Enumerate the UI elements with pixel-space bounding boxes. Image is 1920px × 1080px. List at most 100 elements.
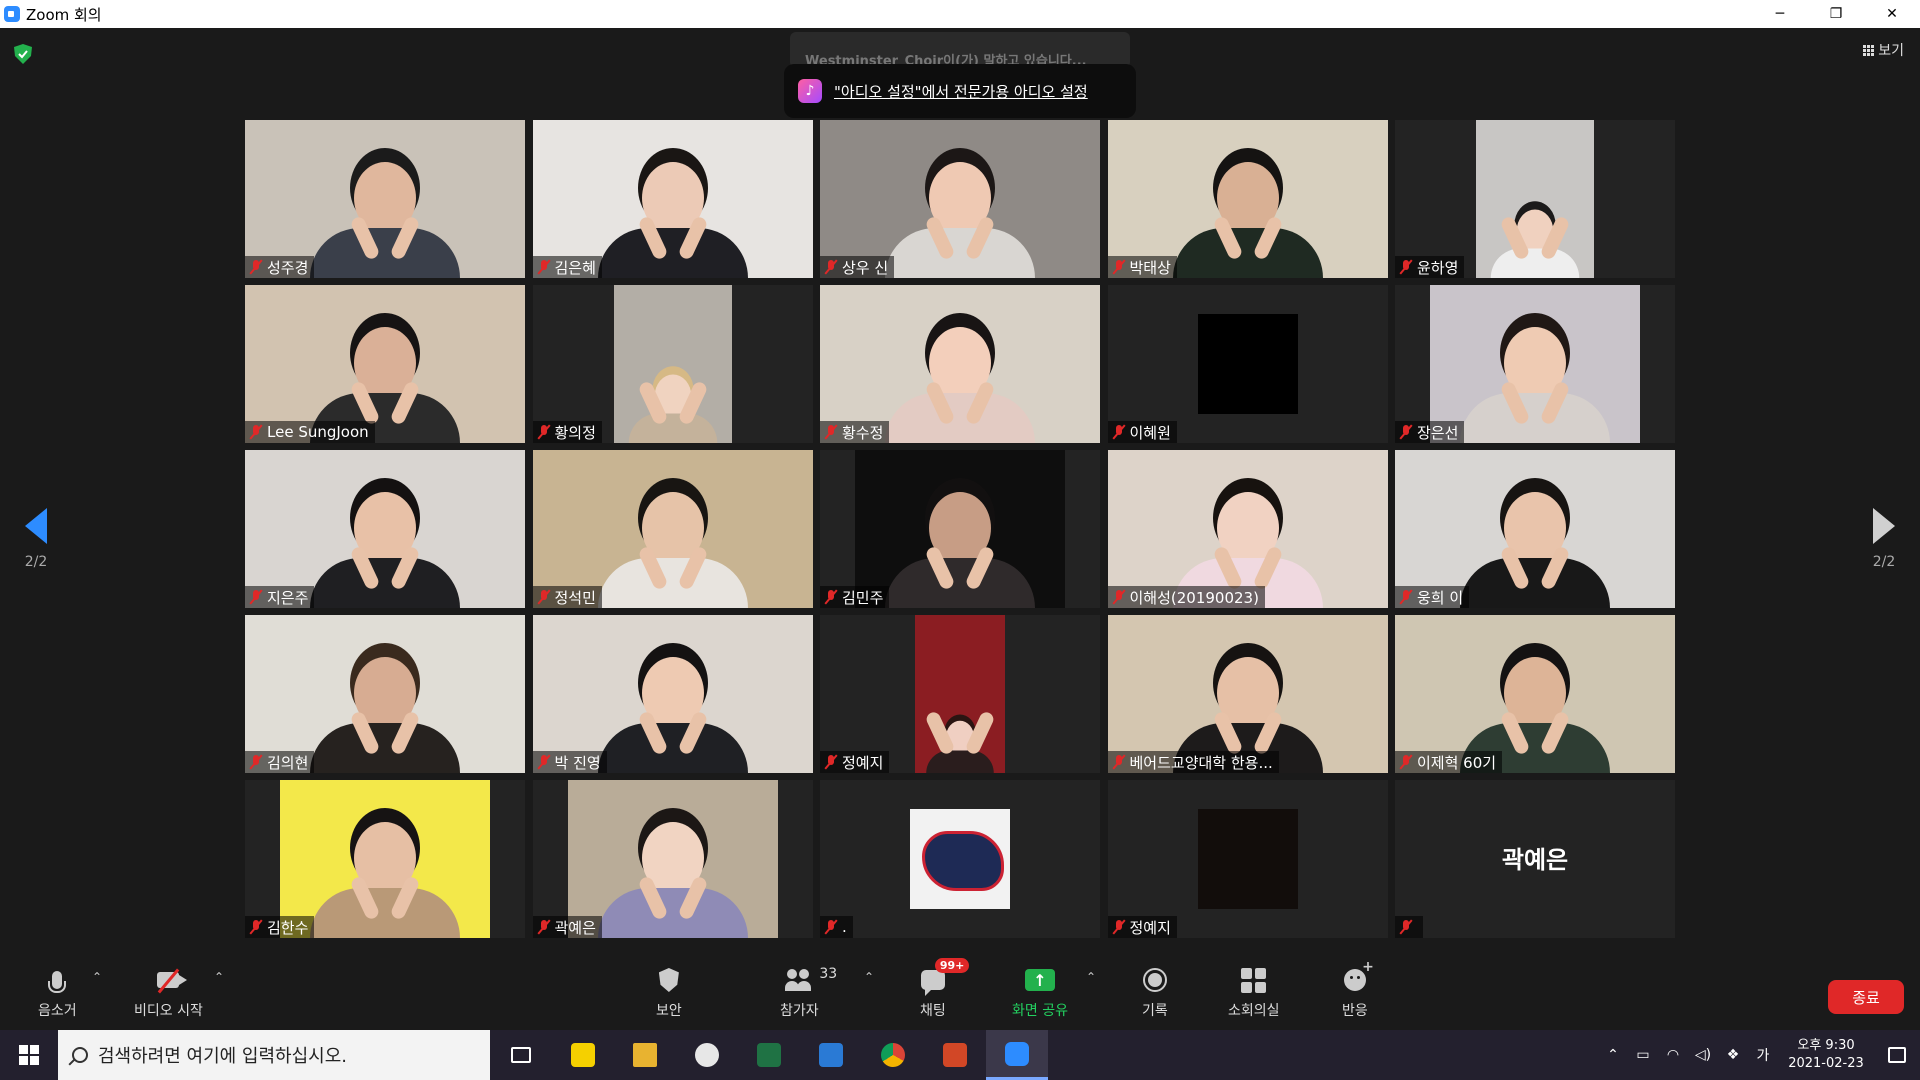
participant-tile[interactable]: 김은혜: [532, 120, 813, 278]
muted-mic-icon: [1112, 589, 1126, 605]
participant-tile[interactable]: 장은선: [1395, 285, 1675, 443]
page-indicator-right: 2/2: [1872, 554, 1896, 570]
participant-tile[interactable]: 황수정: [820, 285, 1100, 443]
video-gallery: 성주경 김은혜 상우 신 박태상 윤하영 Lee SungJoon 황의정 황수정 이혜원 장은선…: [245, 120, 1675, 938]
start-video-button[interactable]: 비디오 시작: [134, 964, 203, 1020]
participant-tile[interactable]: 상우 신: [820, 120, 1100, 278]
hands-gesture: [1490, 220, 1580, 260]
zoom-taskbar-app[interactable]: [986, 1030, 1048, 1080]
participant-tile[interactable]: 베어드교양대학 한용...: [1107, 615, 1388, 773]
reactions-button[interactable]: 반응: [1342, 959, 1374, 1020]
audio-settings-link[interactable]: "아디오 설정"에서 전문가용 아디오 설정: [834, 81, 1088, 102]
participant-video: [820, 285, 1100, 443]
paint-app[interactable]: [676, 1030, 738, 1080]
participant-tile[interactable]: 김민주: [820, 450, 1100, 608]
participant-tile[interactable]: 정예지: [1107, 780, 1388, 938]
participant-tile[interactable]: 성주경: [245, 120, 525, 278]
participant-name: 박 진영: [554, 753, 601, 772]
participant-tile[interactable]: 황의정: [532, 285, 813, 443]
sticky-notes-app[interactable]: [552, 1030, 614, 1080]
participant-tile[interactable]: 곽예은: [532, 780, 813, 938]
participant-tile[interactable]: 김한수: [245, 780, 525, 938]
hands-gesture: [628, 220, 718, 260]
battery-icon[interactable]: ▭: [1628, 1047, 1658, 1063]
security-button[interactable]: 보안: [656, 964, 682, 1020]
participant-tile[interactable]: 이해성(20190023): [1107, 450, 1388, 608]
participant-nameplate: 상우 신: [820, 256, 895, 278]
participant-tile[interactable]: 이제혁 60기: [1395, 615, 1675, 773]
participant-video: [1430, 285, 1640, 443]
participant-tile[interactable]: 윤하영: [1395, 120, 1675, 278]
participant-name: 이해성(20190023): [1129, 588, 1259, 607]
participant-tile[interactable]: 곽예은: [1395, 780, 1675, 938]
ime-indicator[interactable]: 가: [1748, 1045, 1778, 1065]
share-screen-button[interactable]: ↑ 화면 공유: [1012, 964, 1068, 1020]
start-button[interactable]: [0, 1030, 58, 1080]
hands-gesture: [915, 550, 1005, 590]
participants-count: 33: [819, 966, 838, 982]
muted-mic-icon: [1399, 754, 1413, 770]
share-screen-icon: ↑: [1024, 969, 1055, 991]
encryption-shield-icon[interactable]: [14, 44, 32, 64]
participant-tile[interactable]: 정예지: [820, 615, 1100, 773]
breakout-rooms-button[interactable]: 소회의실: [1228, 964, 1280, 1020]
participant-nameplate: [1395, 916, 1423, 938]
muted-mic-icon: [249, 424, 263, 440]
clock[interactable]: 오후 9:30 2021-02-23: [1778, 1037, 1874, 1073]
participant-tile[interactable]: 웅희 이: [1395, 450, 1675, 608]
chat-button[interactable]: 99+ 채팅: [920, 958, 970, 1020]
task-view-button[interactable]: [490, 1030, 552, 1080]
powerpoint-app[interactable]: [924, 1030, 986, 1080]
excel-app[interactable]: [738, 1030, 800, 1080]
close-button[interactable]: ✕: [1864, 0, 1920, 28]
participant-tile[interactable]: 박태상: [1107, 120, 1388, 278]
participants-button[interactable]: 33 참가자: [780, 964, 837, 1020]
participant-name: 박태상: [1129, 258, 1171, 277]
restore-button[interactable]: ❐: [1808, 0, 1864, 28]
participant-name: 지은주: [267, 588, 309, 607]
share-options-caret-icon[interactable]: ⌃: [1086, 970, 1096, 984]
dropbox-icon[interactable]: ❖: [1718, 1047, 1748, 1063]
wifi-icon[interactable]: ◠: [1658, 1047, 1688, 1063]
participant-tile[interactable]: 박 진영: [532, 615, 813, 773]
meeting-toolbar: 음소거 ⌃ 비디오 시작 ⌃ 보안 33 참가자 ⌃ 99+ 채팅 ↑ 화면 공…: [0, 958, 1920, 1030]
audio-options-caret-icon[interactable]: ⌃: [92, 970, 102, 984]
volume-icon[interactable]: ◁): [1688, 1047, 1718, 1063]
taskbar-search-placeholder: 검색하려면 여기에 입력하십시오.: [98, 1046, 348, 1067]
previous-page-button[interactable]: 2/2: [6, 508, 66, 570]
title-bar: Zoom 회의 ─ ❐ ✕: [0, 0, 1920, 28]
taskbar-search[interactable]: 검색하려면 여기에 입력하십시오.: [58, 1030, 490, 1080]
show-hidden-icons-icon[interactable]: ⌃: [1598, 1047, 1628, 1063]
next-page-button[interactable]: 2/2: [1854, 508, 1914, 570]
participant-nameplate: 이해성(20190023): [1107, 586, 1265, 608]
record-button[interactable]: 기록: [1142, 964, 1168, 1020]
chrome-app[interactable]: [862, 1030, 924, 1080]
action-center-button[interactable]: [1874, 1047, 1920, 1063]
windows-taskbar: 검색하려면 여기에 입력하십시오. ⌃ ▭ ◠ ◁) ❖ 가 오후 9:30 2…: [0, 1030, 1920, 1080]
participant-name: 곽예은: [554, 918, 596, 937]
participant-tile[interactable]: Lee SungJoon: [245, 285, 525, 443]
end-meeting-button[interactable]: 종료: [1828, 980, 1904, 1014]
browser-e-app[interactable]: [800, 1030, 862, 1080]
participants-options-caret-icon[interactable]: ⌃: [864, 970, 874, 984]
participant-tile[interactable]: 지은주: [245, 450, 525, 608]
participant-name: 베어드교양대학 한용...: [1129, 753, 1273, 772]
file-explorer-app[interactable]: [614, 1030, 676, 1080]
microphone-icon: [48, 971, 67, 993]
participant-tile[interactable]: 정석민: [532, 450, 813, 608]
participant-nameplate: 웅희 이: [1395, 586, 1470, 608]
participant-nameplate: 성주경: [245, 256, 315, 278]
audio-settings-notification[interactable]: ♪ "아디오 설정"에서 전문가용 아디오 설정: [784, 64, 1136, 118]
mute-button[interactable]: 음소거: [38, 964, 77, 1020]
task-view-icon: [511, 1047, 531, 1063]
participant-tile[interactable]: .: [820, 780, 1100, 938]
view-button[interactable]: 보기: [1863, 40, 1904, 60]
participant-nameplate: .: [820, 916, 853, 938]
participant-tile[interactable]: 김의현: [245, 615, 525, 773]
hands-gesture: [1203, 715, 1293, 755]
participant-video: [245, 285, 525, 443]
participant-nameplate: 박태상: [1107, 256, 1177, 278]
video-options-caret-icon[interactable]: ⌃: [214, 970, 224, 984]
participant-tile[interactable]: 이혜원: [1107, 285, 1388, 443]
minimize-button[interactable]: ─: [1752, 0, 1808, 28]
